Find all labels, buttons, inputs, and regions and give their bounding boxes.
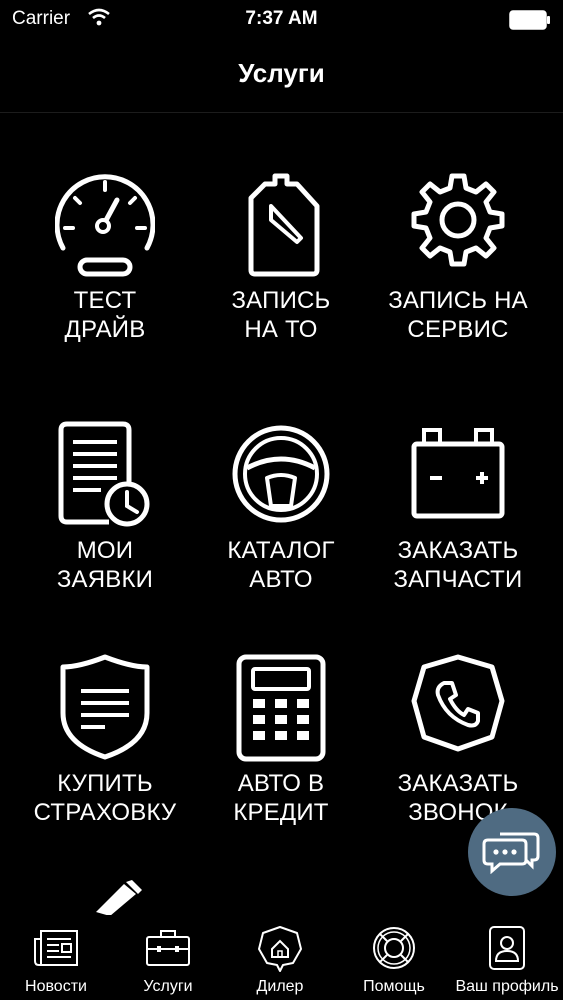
- service-label: КАТАЛОГ АВТО: [227, 537, 335, 593]
- profile-icon: [489, 926, 525, 970]
- service-my-requests[interactable]: МОИ ЗАЯВКИ: [15, 420, 195, 640]
- shield-icon: [60, 654, 150, 760]
- tab-label: Помощь: [363, 978, 425, 995]
- tab-bar: Новости Услуги Дилер Помощь Ваш профиль: [0, 915, 563, 1000]
- oil-canister-icon: [248, 173, 320, 277]
- chat-button[interactable]: [468, 808, 556, 896]
- service-label: ТЕСТ ДРАЙВ: [64, 287, 146, 343]
- calculator-icon: [236, 654, 326, 762]
- newspaper-icon: [34, 930, 78, 966]
- phone-icon: [411, 654, 505, 752]
- gear-icon: [411, 173, 505, 267]
- lifebuoy-icon: [373, 927, 415, 969]
- tab-news[interactable]: Новости: [0, 915, 112, 1000]
- service-label: ЗАКАЗАТЬ ЗАПЧАСТИ: [393, 537, 523, 593]
- pencil-icon: [96, 880, 142, 916]
- tab-label: Услуги: [143, 978, 193, 995]
- battery-status-icon: [509, 10, 550, 30]
- service-label: КУПИТЬ СТРАХОВКУ: [33, 770, 177, 826]
- tab-profile[interactable]: Ваш профиль: [451, 915, 563, 1000]
- page-title: Услуги: [238, 58, 325, 88]
- service-label: ЗАПИСЬ НА СЕРВИС: [388, 287, 528, 343]
- briefcase-icon: [146, 930, 190, 966]
- tab-label: Дилер: [256, 978, 304, 995]
- tab-label: Ваш профиль: [455, 978, 559, 995]
- tab-dealer[interactable]: Дилер: [224, 915, 336, 1000]
- service-order-parts[interactable]: ЗАКАЗАТЬ ЗАПЧАСТИ: [368, 420, 548, 640]
- steering-wheel-icon: [232, 425, 330, 523]
- service-test-drive[interactable]: ТЕСТ ДРАЙВ: [15, 170, 195, 390]
- service-insurance[interactable]: КУПИТЬ СТРАХОВКУ: [15, 653, 195, 873]
- service-maintenance[interactable]: ЗАПИСЬ НА ТО: [191, 170, 371, 390]
- header-divider: [0, 112, 563, 113]
- service-label: АВТО В КРЕДИТ: [233, 770, 329, 826]
- document-clock-icon: [58, 421, 150, 527]
- tab-label: Новости: [25, 978, 87, 995]
- tab-help[interactable]: Помощь: [338, 915, 450, 1000]
- service-repair[interactable]: ЗАПИСЬ НА СЕРВИС: [368, 170, 548, 390]
- chat-bubble-icon: [482, 832, 540, 874]
- service-label: ЗАПИСЬ НА ТО: [231, 287, 331, 343]
- speedometer-icon: [55, 174, 155, 277]
- service-car-catalog[interactable]: КАТАЛОГ АВТО: [191, 420, 371, 640]
- status-bar: Carrier 7:37 AM: [0, 0, 563, 40]
- dealer-home-icon: [258, 926, 302, 972]
- status-time: 7:37 AM: [245, 8, 318, 29]
- service-car-credit[interactable]: АВТО В КРЕДИТ: [191, 653, 371, 873]
- service-label: МОИ ЗАЯВКИ: [56, 537, 154, 593]
- tab-services[interactable]: Услуги: [112, 915, 224, 1000]
- battery-icon: [411, 428, 505, 519]
